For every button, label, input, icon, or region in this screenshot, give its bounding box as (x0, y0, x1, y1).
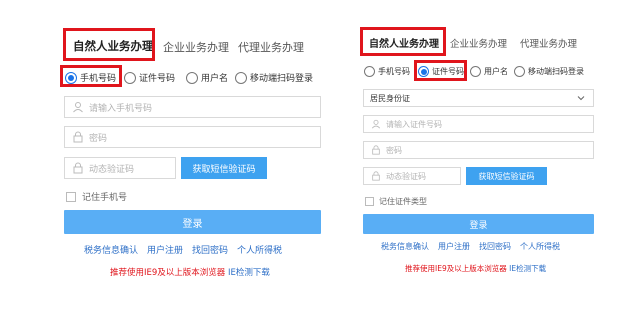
id-type-select[interactable]: 居民身份证 (363, 89, 594, 107)
highlight-box-radio (414, 60, 467, 81)
notice-text: 推荐使用IE9及以上版本浏览器 (110, 268, 226, 278)
link-recover-password[interactable]: 找回密码 (479, 241, 511, 252)
remember-phone-checkbox[interactable]: 记住手机号 (66, 190, 127, 203)
ie-download-link[interactable]: IE检测下载 (509, 264, 546, 273)
code-input[interactable]: 动态验证码 (363, 167, 461, 185)
radio-label: 用户名 (201, 74, 229, 84)
tab-enterprise[interactable]: 企业业务办理 (163, 39, 229, 55)
link-personal-income-tax[interactable]: 个人所得税 (520, 241, 560, 252)
link-recover-password[interactable]: 找回密码 (192, 243, 228, 256)
user-icon (73, 102, 83, 113)
tab-agent[interactable]: 代理业务办理 (520, 36, 577, 50)
highlight-box-tab (360, 27, 446, 56)
tab-enterprise[interactable]: 企业业务办理 (450, 36, 507, 50)
id-placeholder: 请输入证件号码 (386, 119, 442, 129)
link-register[interactable]: 用户注册 (147, 243, 183, 256)
link-tax-info[interactable]: 税务信息确认 (381, 241, 429, 252)
link-tax-info[interactable]: 税务信息确认 (84, 243, 138, 256)
radio-label: 证件号码 (139, 74, 176, 84)
password-placeholder: 密码 (386, 145, 402, 155)
browser-notice: 推荐使用IE9及以上版本浏览器 IE检测下载 (405, 263, 546, 274)
radio-label: 移动端扫码登录 (528, 67, 584, 76)
footer-links: 税务信息确认 用户注册 找回密码 个人所得税 (84, 243, 291, 256)
radio-id-number[interactable]: 证件号码 (124, 71, 175, 84)
link-register[interactable]: 用户注册 (438, 241, 470, 252)
lock-icon (73, 131, 83, 143)
ie-download-link[interactable]: IE检测下载 (228, 268, 270, 278)
browser-notice: 推荐使用IE9及以上版本浏览器 IE检测下载 (110, 266, 270, 278)
radio-mobile-scan[interactable]: 移动端扫码登录 (235, 71, 313, 84)
radio-mobile-scan[interactable]: 移动端扫码登录 (514, 66, 584, 77)
radio-username[interactable]: 用户名 (186, 71, 228, 84)
highlight-box-radio (60, 65, 122, 87)
footer-links: 税务信息确认 用户注册 找回密码 个人所得税 (381, 241, 569, 252)
login-button[interactable]: 登录 (64, 210, 321, 234)
radio-phone[interactable]: 手机号码 (364, 66, 410, 77)
checkbox-label: 记住证件类型 (379, 197, 427, 206)
checkbox-box (365, 197, 374, 206)
password-input[interactable]: 密码 (363, 141, 594, 159)
radio-dot (470, 66, 481, 77)
radio-username[interactable]: 用户名 (470, 66, 508, 77)
radio-dot (124, 71, 136, 84)
code-placeholder: 动态验证码 (89, 164, 135, 175)
id-type-value: 居民身份证 (370, 93, 410, 103)
checkbox-box (66, 191, 76, 202)
button-label: 获取短信验证码 (192, 164, 256, 175)
radio-label: 手机号码 (378, 67, 410, 76)
tab-label: 代理业务办理 (238, 41, 304, 54)
radio-dot (186, 71, 198, 84)
radio-dot (364, 66, 375, 77)
chevron-down-icon (577, 96, 585, 101)
password-placeholder: 密码 (89, 133, 108, 144)
link-personal-income-tax[interactable]: 个人所得税 (237, 243, 282, 256)
button-label: 获取短信验证码 (478, 171, 535, 181)
phone-placeholder: 请输入手机号码 (89, 103, 153, 114)
tab-label: 代理业务办理 (520, 39, 578, 50)
phone-input[interactable]: 请输入手机号码 (64, 96, 321, 118)
tab-label: 企业业务办理 (450, 39, 508, 50)
tab-label: 企业业务办理 (163, 41, 229, 54)
checkbox-label: 记住手机号 (82, 193, 128, 203)
get-sms-code-button[interactable]: 获取短信验证码 (181, 157, 267, 179)
notice-text: 推荐使用IE9及以上版本浏览器 (405, 264, 507, 273)
lock-icon (372, 171, 380, 181)
radio-label: 移动端扫码登录 (250, 74, 314, 84)
button-label: 登录 (182, 218, 203, 230)
code-input[interactable]: 动态验证码 (64, 157, 176, 179)
id-number-input[interactable]: 请输入证件号码 (363, 115, 594, 133)
tab-agent[interactable]: 代理业务办理 (238, 39, 304, 55)
password-input[interactable]: 密码 (64, 126, 321, 148)
login-button[interactable]: 登录 (363, 214, 594, 234)
user-icon (371, 119, 381, 129)
highlight-box-tab (63, 28, 155, 61)
remember-id-type-checkbox[interactable]: 记住证件类型 (365, 196, 427, 207)
button-label: 登录 (469, 220, 488, 231)
radio-dot (514, 66, 525, 77)
radio-dot (235, 71, 247, 84)
radio-label: 用户名 (484, 67, 508, 76)
code-placeholder: 动态验证码 (386, 171, 426, 181)
lock-icon (372, 145, 380, 155)
get-sms-code-button[interactable]: 获取短信验证码 (466, 167, 547, 185)
lock-icon (73, 162, 83, 174)
